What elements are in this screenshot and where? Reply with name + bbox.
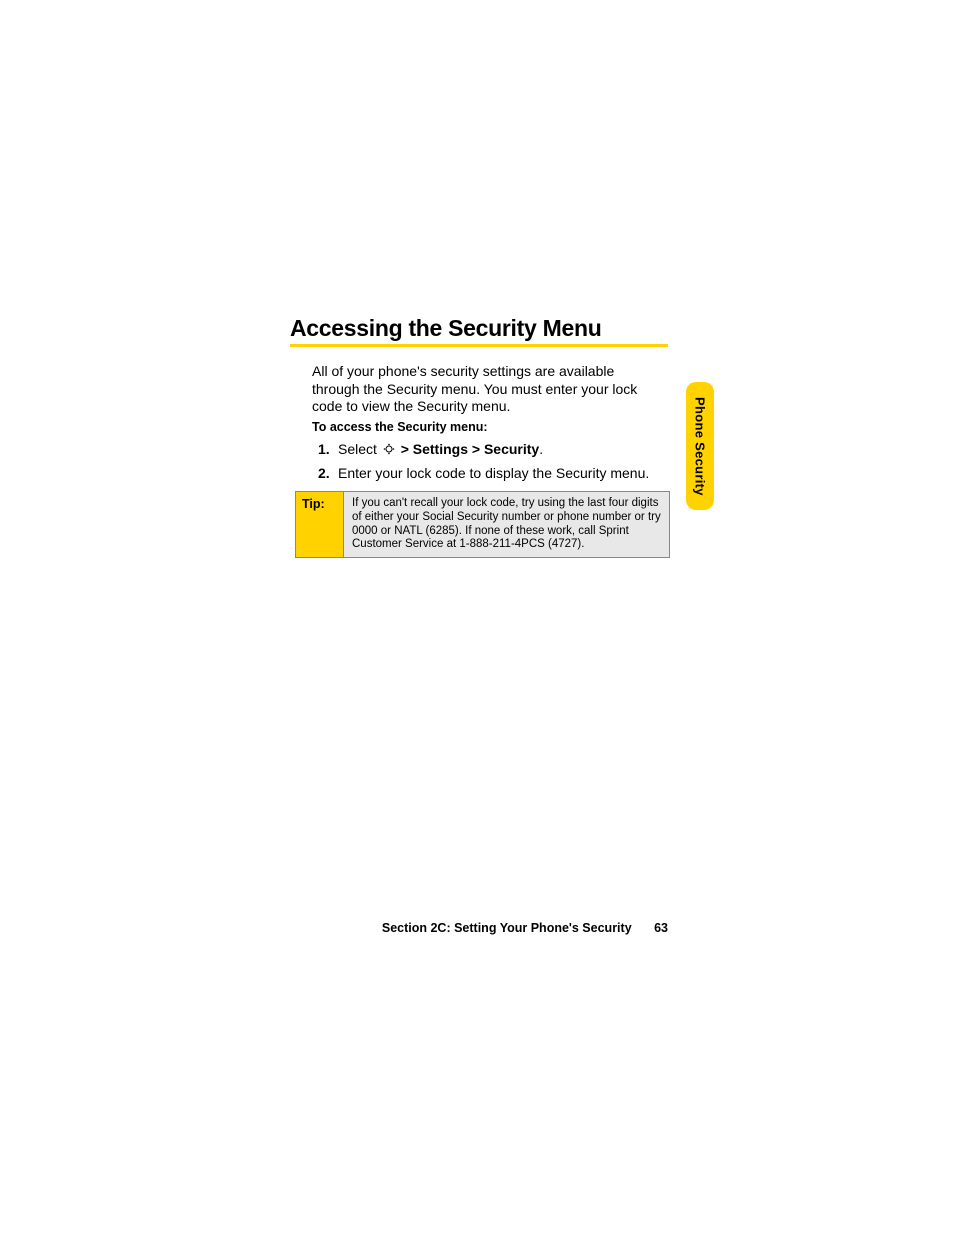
step-bold-path: > Settings > Security — [397, 441, 539, 457]
step-suffix: . — [539, 441, 543, 457]
page-heading: Accessing the Security Menu — [290, 315, 601, 342]
heading-rule — [290, 344, 668, 347]
tip-box: Tip: If you can't recall your lock code,… — [295, 491, 670, 558]
step-number: 2. — [318, 464, 338, 484]
step-list: 1. Select > Settings > Security. 2. Ente… — [318, 440, 658, 488]
nav-key-icon — [383, 441, 395, 461]
side-tab: Phone Security — [686, 382, 714, 510]
tip-label: Tip: — [296, 492, 344, 557]
step-number: 1. — [318, 440, 338, 460]
step-text: Select > Settings > Security. — [338, 440, 658, 460]
list-item: 2. Enter your lock code to display the S… — [318, 464, 658, 484]
instruction-heading: To access the Security menu: — [312, 420, 488, 434]
page-footer: Section 2C: Setting Your Phone's Securit… — [290, 919, 668, 937]
tip-content: If you can't recall your lock code, try … — [344, 492, 669, 557]
side-tab-label: Phone Security — [693, 397, 708, 496]
list-item: 1. Select > Settings > Security. — [318, 440, 658, 460]
intro-paragraph: All of your phone's security settings ar… — [312, 363, 658, 416]
step-prefix: Select — [338, 441, 381, 457]
footer-page-number: 63 — [654, 921, 668, 935]
step-text: Enter your lock code to display the Secu… — [338, 464, 658, 484]
footer-section: Section 2C: Setting Your Phone's Securit… — [382, 921, 632, 935]
